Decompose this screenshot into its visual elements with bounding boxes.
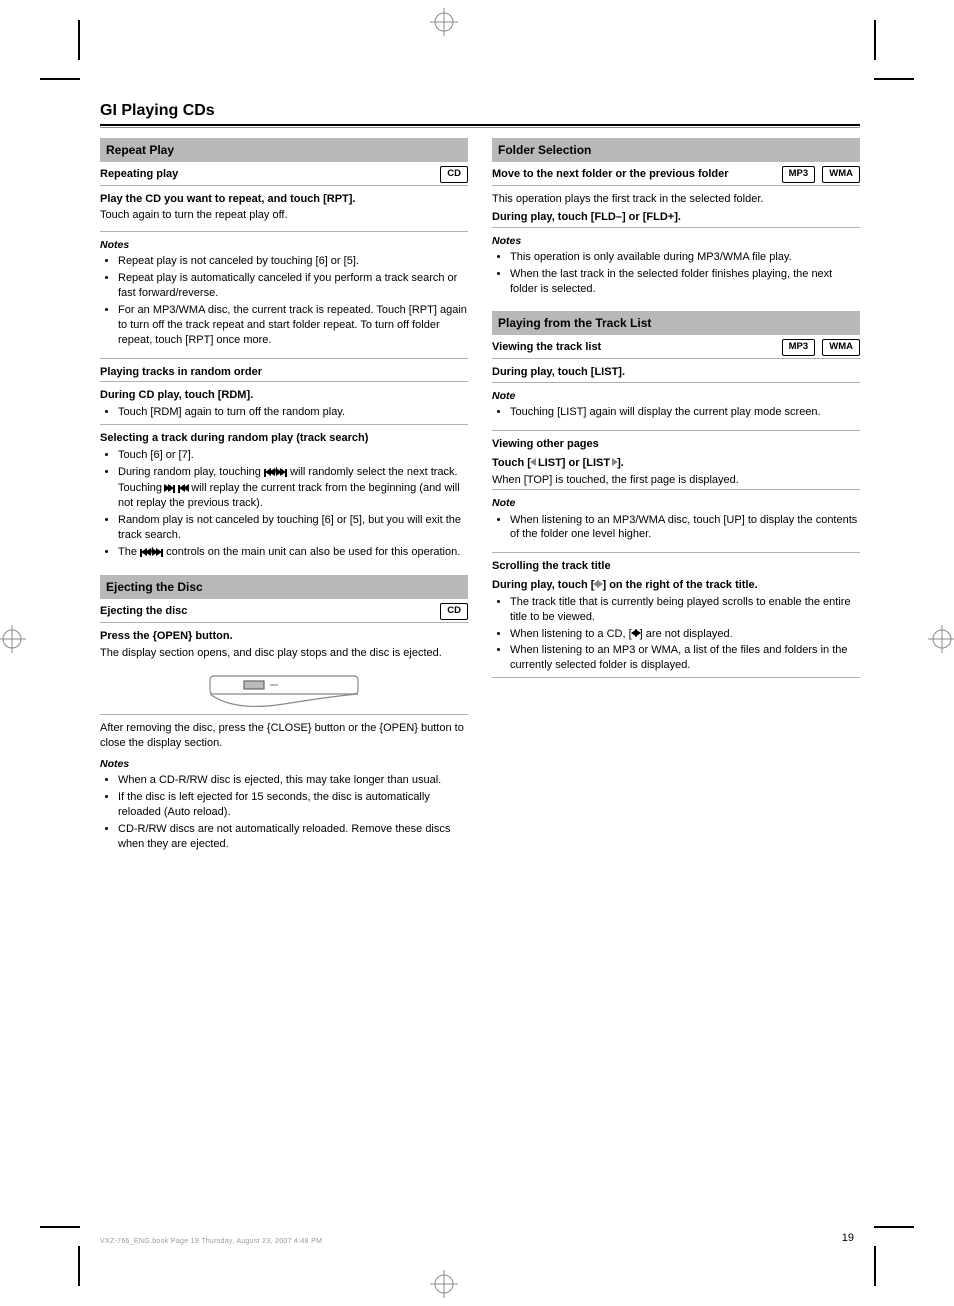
note-item: When listening to an MP3/WMA disc, touch…	[510, 513, 860, 543]
crop-mark-bottom-right	[874, 1226, 934, 1286]
skip-next-icon	[277, 466, 287, 481]
note-item: Repeat play is not canceled by touching …	[118, 254, 468, 269]
crop-mark-top-left	[20, 20, 80, 80]
step-random: During CD play, touch [RDM].	[100, 388, 468, 403]
body-eject: The display section opens, and disc play…	[100, 646, 468, 661]
subtitle-random-play: Playing tracks in random order	[100, 365, 468, 380]
bullet-main-unit-controls: The / controls on the main unit can also…	[118, 545, 468, 561]
crop-mark-bottom-left	[20, 1226, 80, 1286]
badge-cd: CD	[440, 166, 468, 183]
notes-heading-1: Notes	[100, 238, 468, 252]
section-repeat-play: Repeat Play	[100, 138, 468, 162]
subtitle-other-pages: Viewing other pages	[492, 437, 860, 452]
badge-wma: WMA	[822, 339, 860, 356]
section-eject: Ejecting the Disc	[100, 575, 468, 599]
page-number: 19	[842, 1231, 854, 1246]
subtitle-folder: Move to the next folder or the previous …	[492, 167, 729, 182]
page-body: GI Playing CDs Repeat Play Repeating pla…	[100, 100, 860, 856]
section-tracklist: Playing from the Track List	[492, 311, 860, 335]
bullet-random-skip: During random play, touching / will rand…	[118, 465, 468, 512]
note-heading-5: Note	[492, 496, 860, 510]
body-repeat: Touch again to turn the repeat play off.	[100, 208, 468, 223]
registration-target-right	[928, 625, 954, 653]
bullet-touch-67: Touch [6] or [7].	[118, 448, 468, 463]
badge-wma: WMA	[822, 166, 860, 183]
registration-target-bottom	[430, 1270, 458, 1298]
page-title: GI Playing CDs	[100, 100, 860, 122]
step-folder: During play, touch [FLD–] or [FLD+].	[492, 210, 860, 225]
note-item: If the disc is left ejected for 15 secon…	[118, 790, 468, 820]
registration-target-top	[430, 8, 458, 36]
step-repeat: Play the CD you want to repeat, and touc…	[100, 192, 468, 207]
step-scroll: During play, touch [] on the right of th…	[492, 578, 860, 593]
left-column: Repeat Play Repeating play CD Play the C…	[100, 138, 468, 856]
note-heading-4: Note	[492, 389, 860, 403]
bullet-cd-no-arrows: When listening to a CD, [] are not displ…	[510, 627, 860, 642]
skip-prev-icon	[178, 482, 188, 497]
skip-prev-icon	[264, 466, 274, 481]
notes-list-1: Repeat play is not canceled by touching …	[100, 254, 468, 347]
crop-mark-top-right	[874, 20, 934, 80]
subtitle-scroll-title: Scrolling the track title	[492, 559, 860, 574]
subtitle-eject: Ejecting the disc	[100, 604, 187, 619]
note-item: When a CD-R/RW disc is ejected, this may…	[118, 773, 468, 788]
player-illustration	[204, 666, 364, 710]
body-folder: This operation plays the first track in …	[492, 192, 860, 207]
skip-next-icon	[165, 482, 175, 497]
section-folder: Folder Selection	[492, 138, 860, 162]
step-list-page: Touch [ LIST] or [LIST ].	[492, 456, 860, 471]
step-open: Press the {OPEN} button.	[100, 629, 468, 644]
note-item: Repeat play is automatically canceled if…	[118, 271, 468, 301]
skip-prev-icon	[140, 546, 150, 561]
bullet-random-not-canceled: Random play is not canceled by touching …	[118, 513, 468, 543]
bullet-random-off: Touch [RDM] again to turn off the random…	[118, 405, 468, 420]
note-item: When the last track in the selected fold…	[510, 267, 860, 297]
note-item: This operation is only available during …	[510, 250, 860, 265]
body-after-remove: After removing the disc, press the {CLOS…	[100, 721, 468, 751]
right-column: Folder Selection Move to the next folder…	[492, 138, 860, 856]
badge-cd: CD	[440, 603, 468, 620]
registration-target-left	[0, 625, 26, 653]
note-item: For an MP3/WMA disc, the current track i…	[118, 303, 468, 348]
badge-mp3: MP3	[782, 339, 816, 356]
notes-heading-2: Notes	[100, 757, 468, 771]
badge-mp3: MP3	[782, 166, 816, 183]
subtitle-track-search: Selecting a track during random play (tr…	[100, 431, 468, 446]
title-rule	[100, 124, 860, 128]
body-top: When [TOP] is touched, the first page is…	[492, 473, 860, 488]
skip-next-icon	[153, 546, 163, 561]
notes-heading-3: Notes	[492, 234, 860, 248]
note-item: Touching [LIST] again will display the c…	[510, 405, 860, 420]
bullet-mp3-list: When listening to an MP3 or WMA, a list …	[510, 643, 860, 673]
subtitle-repeating-play: Repeating play	[100, 167, 178, 182]
step-list: During play, touch [LIST].	[492, 365, 860, 380]
bullet-scroll: The track title that is currently being …	[510, 595, 860, 625]
subtitle-view-list: Viewing the track list	[492, 340, 601, 355]
note-item: CD-R/RW discs are not automatically relo…	[118, 822, 468, 852]
notes-list-2: When a CD-R/RW disc is ejected, this may…	[100, 773, 468, 851]
footer-credit: VXZ-766_ENG.book Page 19 Thursday, Augus…	[100, 1237, 322, 1246]
